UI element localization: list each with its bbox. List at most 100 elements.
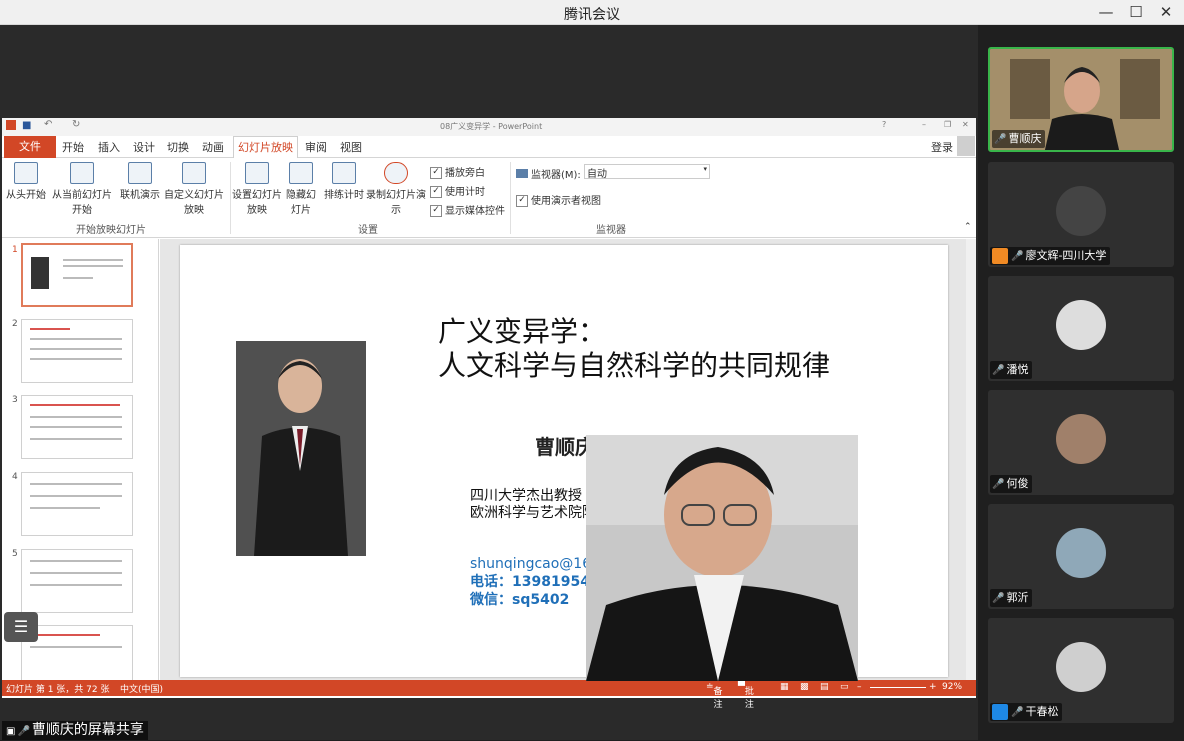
presenter-view-checkbox[interactable]: 使用演示者视图 — [516, 192, 601, 207]
show-media-checkbox[interactable]: 显示媒体控件 — [430, 202, 505, 217]
participant-avatar — [1056, 528, 1106, 578]
mic-muted-icon: 🎤 — [992, 365, 1005, 376]
login-link[interactable]: 登录 — [931, 139, 953, 156]
thumbnail-slide-1[interactable] — [21, 243, 133, 307]
from-start-button[interactable]: 从头开始 — [4, 162, 48, 201]
portrait-photo — [236, 341, 366, 556]
thumb-line — [30, 483, 122, 485]
slide-count: 幻灯片 第 1 张，共 72 张 — [6, 685, 110, 695]
thumb-line — [30, 338, 122, 340]
portrait-figure — [236, 341, 366, 556]
play-narration-checkbox[interactable]: 播放旁白 — [430, 164, 485, 179]
record-button[interactable]: 录制幻灯片演示 — [366, 162, 426, 216]
help-icon[interactable]: ? — [882, 120, 886, 129]
hide-slide-button[interactable]: 隐藏幻灯片 — [284, 162, 318, 216]
setup-show-icon — [245, 162, 269, 184]
save-icon[interactable]: ■ — [22, 120, 31, 131]
thumb-photo — [31, 257, 49, 289]
participant-tile[interactable]: 🎤 郭沂 — [988, 504, 1174, 609]
use-timing-checkbox[interactable]: 使用计时 — [430, 183, 485, 198]
participant-label: 🎤 廖文辉-四川大学 — [990, 247, 1111, 265]
ribbon: 从头开始 从当前幻灯片开始 联机演示 自定义幻灯片放映 设置幻灯片放映 隐藏幻灯… — [2, 158, 976, 238]
slideshow-view-icon[interactable]: ▭ — [840, 682, 849, 692]
thumb-line — [30, 495, 122, 497]
participant-tile[interactable]: 🎤 何俊 — [988, 390, 1174, 495]
participant-tile[interactable]: 🎤 廖文辉-四川大学 — [988, 162, 1174, 267]
user-icon — [992, 704, 1008, 720]
from-current-button[interactable]: 从当前幻灯片开始 — [50, 162, 114, 216]
thumb-line — [30, 646, 122, 648]
thumbnail-slide-4[interactable] — [21, 472, 133, 536]
tab-file[interactable]: 文件 — [4, 136, 56, 158]
tab-design[interactable]: 设计 — [133, 139, 155, 156]
thumbnail-slide-3[interactable] — [21, 395, 133, 459]
participant-tile[interactable]: 🎤 潘悦 — [988, 276, 1174, 381]
notes-button[interactable]: ≐ 备注 — [706, 682, 723, 710]
thumb-line — [30, 358, 122, 360]
setup-show-button[interactable]: 设置幻灯片放映 — [230, 162, 284, 216]
online-present-icon — [128, 162, 152, 184]
thumb-line — [30, 416, 122, 418]
sorter-view-icon[interactable]: ▩ — [800, 682, 809, 692]
zoom-in-button[interactable]: + — [929, 682, 937, 692]
normal-view-icon[interactable]: ▦ — [780, 682, 789, 692]
thumb-line — [30, 507, 100, 509]
thumb-line — [30, 560, 122, 562]
participant-avatar — [1056, 186, 1106, 236]
participant-avatar — [1056, 414, 1106, 464]
reading-view-icon[interactable]: ▤ — [820, 682, 829, 692]
zoom-slider[interactable] — [870, 687, 926, 688]
play-from-current-icon — [70, 162, 94, 184]
minimize-button[interactable]: — — [1092, 2, 1120, 22]
online-present-button[interactable]: 联机演示 — [118, 162, 162, 201]
tab-review[interactable]: 审阅 — [305, 139, 327, 156]
language-indicator: 中文(中国) — [120, 685, 164, 695]
tab-view[interactable]: 视图 — [340, 139, 362, 156]
group-label-start: 开始放映幻灯片 — [76, 225, 146, 236]
redo-icon[interactable]: ↻ — [72, 119, 80, 130]
ppt-minimize-icon[interactable]: – — [922, 120, 926, 129]
screen-share-menu-icon[interactable]: ☰ — [4, 612, 38, 642]
undo-icon[interactable]: ↶ — [44, 119, 52, 130]
participant-label: 🎤 郭沂 — [990, 589, 1033, 607]
ppt-close-icon[interactable]: ✕ — [962, 120, 969, 129]
record-icon — [384, 162, 408, 184]
custom-show-button[interactable]: 自定义幻灯片放映 — [162, 162, 226, 216]
participant-tile[interactable]: 🎤 曹顺庆 — [988, 47, 1174, 152]
tab-insert[interactable]: 插入 — [98, 139, 120, 156]
thumb-line — [63, 277, 93, 279]
account-avatar-icon[interactable] — [957, 136, 975, 156]
tab-transitions[interactable]: 切换 — [167, 139, 189, 156]
thumb-line — [30, 438, 122, 440]
zoom-out-button[interactable]: – — [857, 682, 862, 692]
comments-button[interactable]: ▀ 批注 — [738, 682, 754, 710]
participant-tile[interactable]: 🎤 干春松 — [988, 618, 1174, 723]
thumbnail-slide-5[interactable] — [21, 549, 133, 613]
tab-animations[interactable]: 动画 — [202, 139, 224, 156]
monitor-icon — [516, 169, 528, 178]
close-button[interactable]: ✕ — [1152, 2, 1180, 22]
hide-slide-icon — [289, 162, 313, 184]
participant-avatar — [1056, 300, 1106, 350]
ppt-restore-icon[interactable]: ❐ — [944, 120, 951, 129]
rehearse-button[interactable]: 排练计时 — [322, 162, 366, 201]
monitor-label: 监视器(M): — [516, 166, 581, 181]
play-from-start-icon — [14, 162, 38, 184]
tab-home[interactable]: 开始 — [62, 139, 84, 156]
mic-muted-icon: 🎤 — [992, 593, 1005, 604]
editor-scrollbar[interactable] — [966, 239, 976, 680]
tab-slideshow[interactable]: 幻灯片放映 — [233, 136, 298, 159]
participant-label: 🎤 曹顺庆 — [992, 130, 1046, 148]
ribbon-separator — [510, 162, 511, 234]
thumb-line — [30, 572, 122, 574]
thumbnail-slide-2[interactable] — [21, 319, 133, 383]
maximize-button[interactable]: ☐ — [1122, 2, 1150, 22]
title-line-1: 广义变异学： — [438, 315, 607, 348]
ppt-titlebar: ■ ↶ ↻ 08广义变异学 - PowerPoint ? – ❐ ✕ — [2, 118, 976, 136]
collapse-ribbon-icon[interactable]: ⌃ — [964, 222, 972, 232]
status-bar: 幻灯片 第 1 张，共 72 张 中文(中国) ≐ 备注 ▀ 批注 ▦ ▩ ▤ … — [2, 680, 976, 710]
mic-muted-icon: 🎤 — [1011, 251, 1024, 262]
zoom-level: 92% — [942, 682, 963, 692]
thumb-number: 1 — [12, 245, 18, 255]
monitor-select[interactable]: 自动 ▾ — [584, 164, 710, 180]
